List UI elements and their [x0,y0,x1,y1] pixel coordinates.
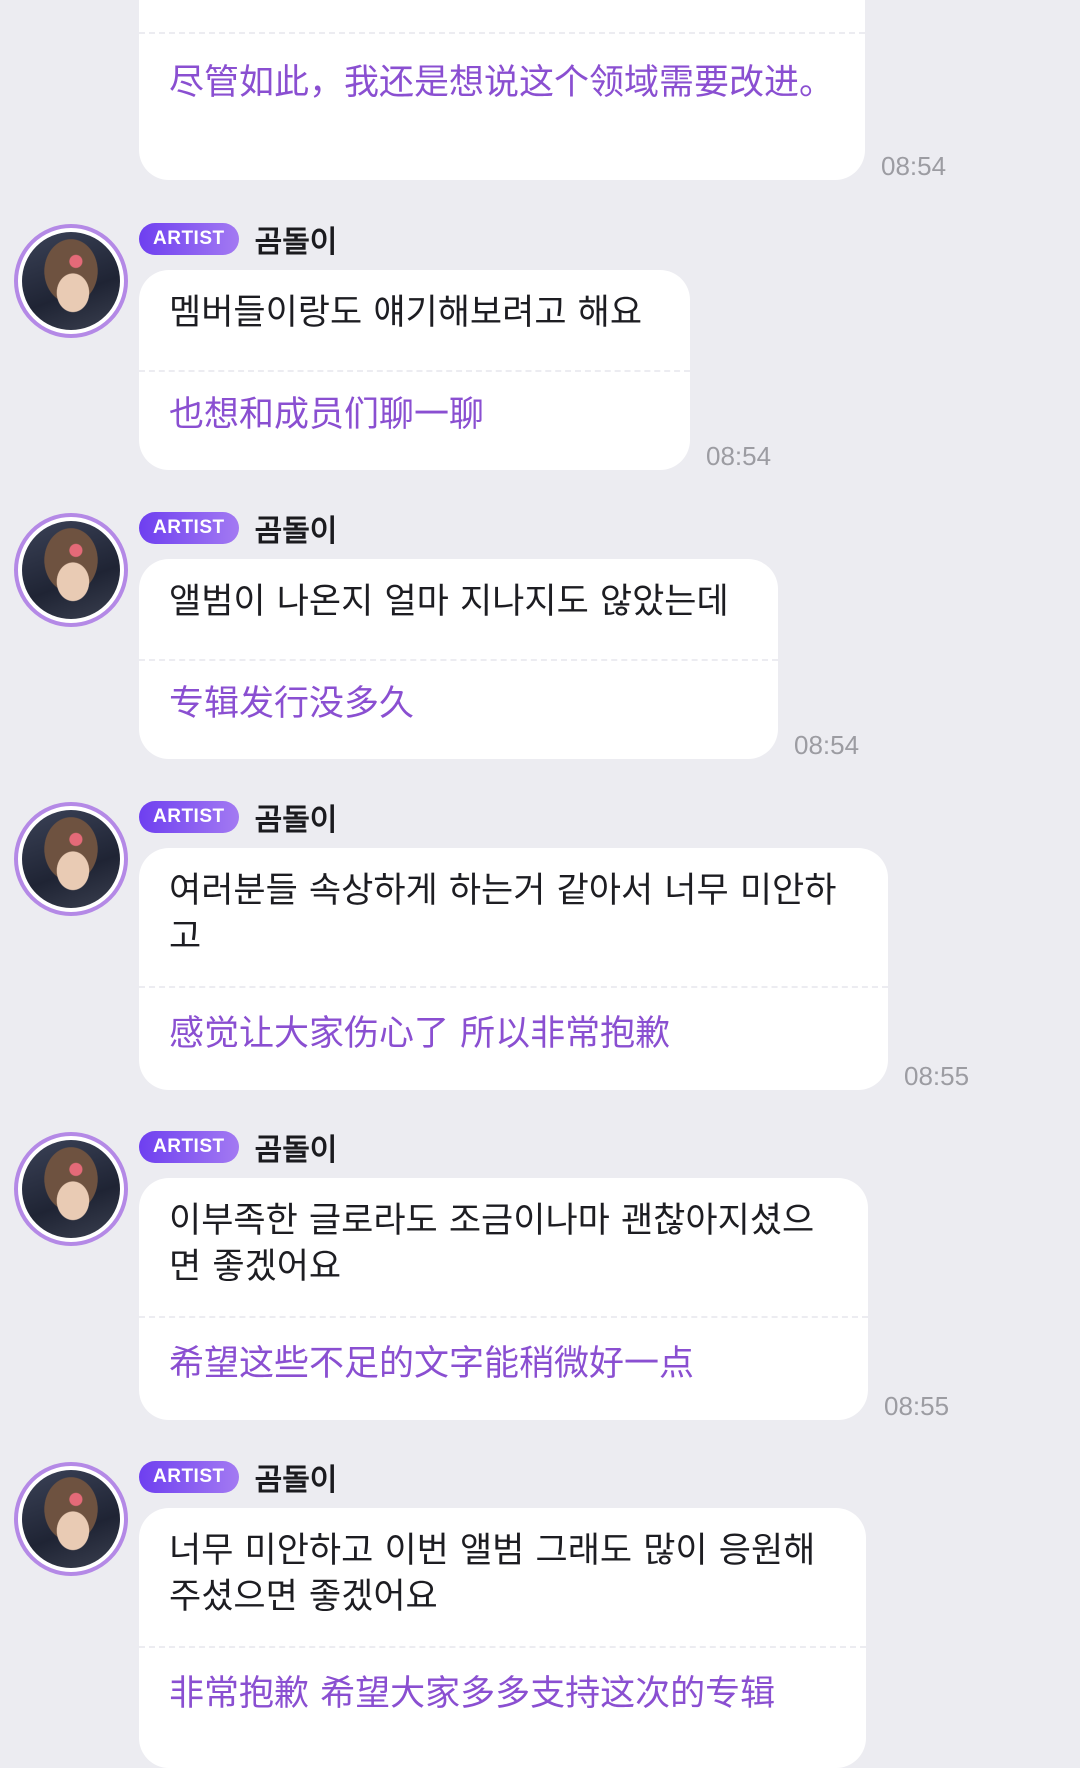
bubble-divider [139,32,865,34]
message-original: 앨범이 나온지 얼마 지나지도 않았는데 [169,582,729,622]
bubble-divider [139,986,888,988]
message-bubble[interactable]: 尽管如此，我还是想说这个领域需要改进。 [139,0,865,180]
artist-badge: ARTIST [139,1131,239,1163]
message-original: 여러분들 속상하게 하는거 같아서 너무 미안하고 [169,871,837,957]
sender-name: 곰돌이 [254,1133,338,1168]
bubble-divider [139,1646,866,1648]
avatar-photo [22,521,120,619]
bubble-divider [139,659,778,661]
message-translation: 专辑发行没多久 [169,684,415,724]
message-translation: 尽管如此，我还是想说这个领域需要改进。 [169,63,835,103]
avatar-photo [22,1140,120,1238]
message-bubble[interactable]: 앨범이 나온지 얼마 지나지도 않았는데 专辑发行没多久 [139,559,778,759]
message-bubble[interactable]: 여러분들 속상하게 하는거 같아서 너무 미안하고 感觉让大家伤心了 所以非常抱… [139,848,888,1090]
avatar-photo [22,810,120,908]
message-bubble[interactable]: 멤버들이랑도 얘기해보려고 해요 也想和成员们聊一聊 [139,270,690,470]
sender-name: 곰돌이 [254,803,338,838]
message-translation: 也想和成员们聊一聊 [169,395,485,435]
artist-avatar[interactable] [14,513,128,627]
message-header: ARTIST 곰돌이 [139,222,337,260]
avatar-photo [22,1470,120,1568]
artist-badge: ARTIST [139,512,239,544]
artist-badge: ARTIST [139,801,239,833]
artist-avatar[interactable] [14,802,128,916]
message-time: 08:55 [884,1391,950,1421]
message-header: ARTIST 곰돌이 [139,800,337,838]
message-original: 너무 미안하고 이번 앨범 그래도 많이 응원해주셨으면 좋겠어요 [169,1531,816,1617]
message-translation: 感觉让大家伤心了 所以非常抱歉 [169,1014,671,1054]
message-original: 이부족한 글로라도 조금이나마 괜찮아지셨으면 좋겠어요 [169,1201,815,1287]
avatar-photo [22,232,120,330]
artist-avatar[interactable] [14,224,128,338]
artist-badge: ARTIST [139,223,239,255]
message-bubble[interactable]: 너무 미안하고 이번 앨범 그래도 많이 응원해주셨으면 좋겠어요 非常抱歉 希… [139,1508,866,1768]
message-original: 멤버들이랑도 얘기해보려고 해요 [169,293,643,333]
sender-name: 곰돌이 [254,1463,338,1498]
bubble-divider [139,1316,868,1318]
bubble-divider [139,370,690,372]
message-time: 08:54 [794,730,860,760]
message-bubble[interactable]: 이부족한 글로라도 조금이나마 괜찮아지셨으면 좋겠어요 希望这些不足的文字能稍… [139,1178,868,1420]
message-time: 08:55 [904,1061,970,1091]
message-header: ARTIST 곰돌이 [139,511,337,549]
message-translation: 非常抱歉 希望大家多多支持这次的专辑 [169,1674,776,1714]
sender-name: 곰돌이 [254,514,338,549]
message-time: 08:54 [706,441,772,471]
artist-badge: ARTIST [139,1461,239,1493]
artist-avatar[interactable] [14,1462,128,1576]
message-translation: 希望这些不足的文字能稍微好一点 [169,1344,695,1384]
sender-name: 곰돌이 [254,225,338,260]
chat-thread[interactable]: 尽管如此，我还是想说这个领域需要改进。 08:54 ARTIST 곰돌이 멤버들… [0,0,1080,1768]
message-time: 08:54 [881,151,947,181]
message-header: ARTIST 곰돌이 [139,1460,337,1498]
artist-avatar[interactable] [14,1132,128,1246]
message-header: ARTIST 곰돌이 [139,1130,337,1168]
